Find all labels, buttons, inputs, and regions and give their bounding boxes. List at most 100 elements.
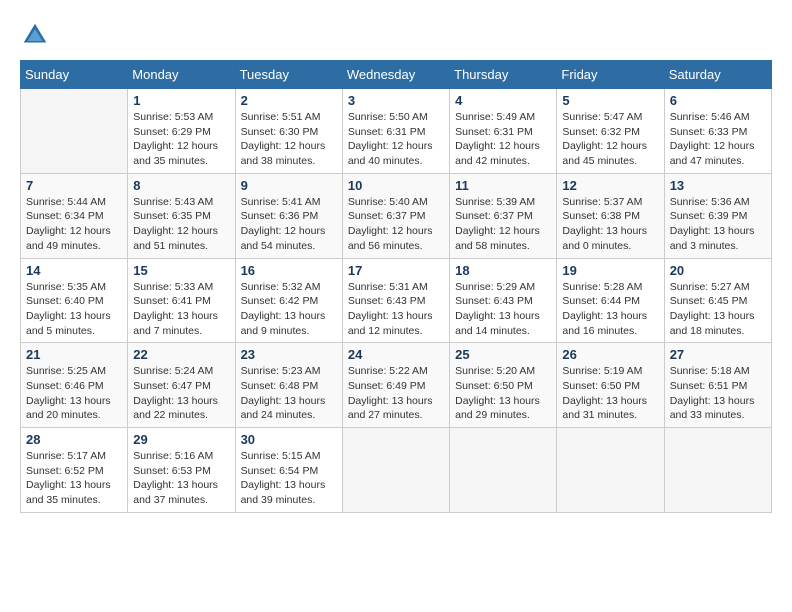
day-cell-15: 15 Sunrise: 5:33 AM Sunset: 6:41 PM Dayl… xyxy=(128,258,235,343)
day-number: 4 xyxy=(455,93,551,108)
sunset-label: Sunset: 6:39 PM xyxy=(670,210,748,222)
daylight-label: Daylight: 13 hours and 7 minutes. xyxy=(133,310,218,337)
day-info: Sunrise: 5:20 AM Sunset: 6:50 PM Dayligh… xyxy=(455,364,551,423)
daylight-label: Daylight: 13 hours and 35 minutes. xyxy=(26,479,111,506)
weekday-header-monday: Monday xyxy=(128,61,235,89)
week-row-1: 1 Sunrise: 5:53 AM Sunset: 6:29 PM Dayli… xyxy=(21,89,772,174)
day-cell-18: 18 Sunrise: 5:29 AM Sunset: 6:43 PM Dayl… xyxy=(450,258,557,343)
day-cell-24: 24 Sunrise: 5:22 AM Sunset: 6:49 PM Dayl… xyxy=(342,343,449,428)
sunset-label: Sunset: 6:31 PM xyxy=(455,126,533,138)
sunrise-label: Sunrise: 5:40 AM xyxy=(348,196,428,208)
day-cell-30: 30 Sunrise: 5:15 AM Sunset: 6:54 PM Dayl… xyxy=(235,428,342,513)
logo-icon xyxy=(20,20,50,50)
day-cell-17: 17 Sunrise: 5:31 AM Sunset: 6:43 PM Dayl… xyxy=(342,258,449,343)
day-info: Sunrise: 5:46 AM Sunset: 6:33 PM Dayligh… xyxy=(670,110,766,169)
sunset-label: Sunset: 6:43 PM xyxy=(455,295,533,307)
day-cell-13: 13 Sunrise: 5:36 AM Sunset: 6:39 PM Dayl… xyxy=(664,173,771,258)
sunrise-label: Sunrise: 5:51 AM xyxy=(241,111,321,123)
daylight-label: Daylight: 12 hours and 35 minutes. xyxy=(133,140,218,167)
daylight-label: Daylight: 13 hours and 39 minutes. xyxy=(241,479,326,506)
day-info: Sunrise: 5:53 AM Sunset: 6:29 PM Dayligh… xyxy=(133,110,229,169)
daylight-label: Daylight: 13 hours and 3 minutes. xyxy=(670,225,755,252)
day-cell-23: 23 Sunrise: 5:23 AM Sunset: 6:48 PM Dayl… xyxy=(235,343,342,428)
day-number: 15 xyxy=(133,263,229,278)
day-info: Sunrise: 5:49 AM Sunset: 6:31 PM Dayligh… xyxy=(455,110,551,169)
page-header xyxy=(20,20,772,50)
day-info: Sunrise: 5:15 AM Sunset: 6:54 PM Dayligh… xyxy=(241,449,337,508)
weekday-header-row: SundayMondayTuesdayWednesdayThursdayFrid… xyxy=(21,61,772,89)
sunset-label: Sunset: 6:38 PM xyxy=(562,210,640,222)
day-cell-8: 8 Sunrise: 5:43 AM Sunset: 6:35 PM Dayli… xyxy=(128,173,235,258)
sunrise-label: Sunrise: 5:47 AM xyxy=(562,111,642,123)
day-info: Sunrise: 5:50 AM Sunset: 6:31 PM Dayligh… xyxy=(348,110,444,169)
sunset-label: Sunset: 6:37 PM xyxy=(348,210,426,222)
day-cell-28: 28 Sunrise: 5:17 AM Sunset: 6:52 PM Dayl… xyxy=(21,428,128,513)
sunset-label: Sunset: 6:50 PM xyxy=(455,380,533,392)
sunrise-label: Sunrise: 5:39 AM xyxy=(455,196,535,208)
day-number: 28 xyxy=(26,432,122,447)
sunrise-label: Sunrise: 5:18 AM xyxy=(670,365,750,377)
day-number: 12 xyxy=(562,178,658,193)
day-number: 24 xyxy=(348,347,444,362)
day-info: Sunrise: 5:51 AM Sunset: 6:30 PM Dayligh… xyxy=(241,110,337,169)
day-info: Sunrise: 5:28 AM Sunset: 6:44 PM Dayligh… xyxy=(562,280,658,339)
day-info: Sunrise: 5:47 AM Sunset: 6:32 PM Dayligh… xyxy=(562,110,658,169)
day-number: 6 xyxy=(670,93,766,108)
sunset-label: Sunset: 6:36 PM xyxy=(241,210,319,222)
sunrise-label: Sunrise: 5:20 AM xyxy=(455,365,535,377)
sunset-label: Sunset: 6:34 PM xyxy=(26,210,104,222)
empty-cell xyxy=(21,89,128,174)
daylight-label: Daylight: 12 hours and 58 minutes. xyxy=(455,225,540,252)
empty-cell xyxy=(450,428,557,513)
daylight-label: Daylight: 13 hours and 22 minutes. xyxy=(133,395,218,422)
logo xyxy=(20,20,54,50)
day-number: 27 xyxy=(670,347,766,362)
day-info: Sunrise: 5:24 AM Sunset: 6:47 PM Dayligh… xyxy=(133,364,229,423)
day-info: Sunrise: 5:37 AM Sunset: 6:38 PM Dayligh… xyxy=(562,195,658,254)
day-cell-10: 10 Sunrise: 5:40 AM Sunset: 6:37 PM Dayl… xyxy=(342,173,449,258)
daylight-label: Daylight: 12 hours and 42 minutes. xyxy=(455,140,540,167)
calendar-table: SundayMondayTuesdayWednesdayThursdayFrid… xyxy=(20,60,772,513)
day-cell-25: 25 Sunrise: 5:20 AM Sunset: 6:50 PM Dayl… xyxy=(450,343,557,428)
day-info: Sunrise: 5:32 AM Sunset: 6:42 PM Dayligh… xyxy=(241,280,337,339)
sunrise-label: Sunrise: 5:43 AM xyxy=(133,196,213,208)
daylight-label: Daylight: 13 hours and 24 minutes. xyxy=(241,395,326,422)
day-number: 2 xyxy=(241,93,337,108)
sunrise-label: Sunrise: 5:37 AM xyxy=(562,196,642,208)
empty-cell xyxy=(342,428,449,513)
sunset-label: Sunset: 6:32 PM xyxy=(562,126,640,138)
day-cell-2: 2 Sunrise: 5:51 AM Sunset: 6:30 PM Dayli… xyxy=(235,89,342,174)
sunrise-label: Sunrise: 5:33 AM xyxy=(133,281,213,293)
sunset-label: Sunset: 6:43 PM xyxy=(348,295,426,307)
week-row-2: 7 Sunrise: 5:44 AM Sunset: 6:34 PM Dayli… xyxy=(21,173,772,258)
sunset-label: Sunset: 6:30 PM xyxy=(241,126,319,138)
daylight-label: Daylight: 12 hours and 40 minutes. xyxy=(348,140,433,167)
day-number: 10 xyxy=(348,178,444,193)
day-info: Sunrise: 5:27 AM Sunset: 6:45 PM Dayligh… xyxy=(670,280,766,339)
day-number: 7 xyxy=(26,178,122,193)
sunrise-label: Sunrise: 5:41 AM xyxy=(241,196,321,208)
sunset-label: Sunset: 6:51 PM xyxy=(670,380,748,392)
daylight-label: Daylight: 13 hours and 20 minutes. xyxy=(26,395,111,422)
day-number: 21 xyxy=(26,347,122,362)
day-cell-5: 5 Sunrise: 5:47 AM Sunset: 6:32 PM Dayli… xyxy=(557,89,664,174)
day-cell-6: 6 Sunrise: 5:46 AM Sunset: 6:33 PM Dayli… xyxy=(664,89,771,174)
sunset-label: Sunset: 6:47 PM xyxy=(133,380,211,392)
day-cell-3: 3 Sunrise: 5:50 AM Sunset: 6:31 PM Dayli… xyxy=(342,89,449,174)
day-number: 22 xyxy=(133,347,229,362)
day-number: 13 xyxy=(670,178,766,193)
daylight-label: Daylight: 13 hours and 27 minutes. xyxy=(348,395,433,422)
sunset-label: Sunset: 6:50 PM xyxy=(562,380,640,392)
daylight-label: Daylight: 12 hours and 49 minutes. xyxy=(26,225,111,252)
daylight-label: Daylight: 12 hours and 47 minutes. xyxy=(670,140,755,167)
sunrise-label: Sunrise: 5:19 AM xyxy=(562,365,642,377)
sunset-label: Sunset: 6:46 PM xyxy=(26,380,104,392)
day-number: 9 xyxy=(241,178,337,193)
daylight-label: Daylight: 13 hours and 0 minutes. xyxy=(562,225,647,252)
sunset-label: Sunset: 6:49 PM xyxy=(348,380,426,392)
day-info: Sunrise: 5:19 AM Sunset: 6:50 PM Dayligh… xyxy=(562,364,658,423)
sunrise-label: Sunrise: 5:29 AM xyxy=(455,281,535,293)
day-info: Sunrise: 5:18 AM Sunset: 6:51 PM Dayligh… xyxy=(670,364,766,423)
sunset-label: Sunset: 6:33 PM xyxy=(670,126,748,138)
sunrise-label: Sunrise: 5:53 AM xyxy=(133,111,213,123)
